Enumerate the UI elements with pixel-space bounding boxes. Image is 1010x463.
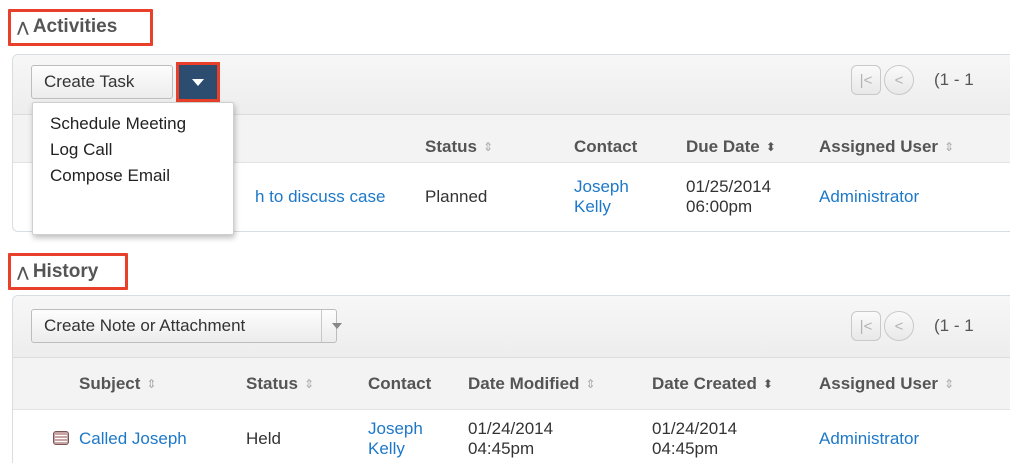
activity-due-date: 01/25/2014 06:00pm — [686, 177, 772, 216]
chevron-down-icon — [192, 78, 204, 86]
history-header-assigned-user[interactable]: Assigned User ⇕ — [819, 374, 954, 394]
create-task-button[interactable]: Create Task — [31, 65, 173, 99]
history-date-created: 01/24/2014 04:45pm — [652, 419, 738, 458]
create-task-dropdown-toggle[interactable] — [176, 62, 220, 102]
activity-status: Planned — [425, 187, 488, 206]
chevron-down-icon — [331, 323, 342, 329]
menu-item-compose-email[interactable]: Compose Email — [33, 163, 233, 189]
sort-icon: ⇕ — [944, 140, 955, 154]
create-task-dropdown-menu: Schedule Meeting Log Call Compose Email — [32, 102, 234, 235]
first-page-icon[interactable]: |< — [851, 311, 881, 341]
sort-icon: ⇕ — [146, 377, 157, 391]
history-header-date-modified[interactable]: Date Modified ⇕ — [468, 374, 596, 394]
menu-item-log-call[interactable]: Log Call — [33, 137, 233, 163]
activities-header-status[interactable]: Status ⇕ — [425, 137, 493, 157]
previous-page-icon[interactable]: < — [884, 65, 914, 95]
sort-desc-icon: ⬍ — [765, 140, 776, 154]
history-title-highlight — [8, 253, 128, 290]
history-subject-link[interactable]: Called Joseph — [79, 429, 187, 449]
call-log-icon — [53, 431, 69, 445]
menu-item-schedule-meeting[interactable]: Schedule Meeting — [33, 111, 233, 137]
activities-pager-range: (1 - 1 — [934, 70, 974, 89]
history-header-status[interactable]: Status ⇕ — [246, 374, 314, 394]
create-note-button[interactable]: Create Note or Attachment — [31, 309, 342, 343]
history-date-modified: 01/24/2014 04:45pm — [468, 419, 554, 458]
sort-icon: ⇕ — [482, 140, 494, 154]
sort-icon: ⇕ — [944, 377, 955, 391]
history-header-subject[interactable]: Subject ⇕ — [79, 374, 156, 394]
activities-title-highlight — [8, 9, 153, 46]
activities-header-due-date[interactable]: Due Date ⬍ — [686, 137, 776, 157]
previous-page-icon[interactable]: < — [884, 311, 914, 341]
create-task-label: Create Task — [44, 72, 135, 91]
sort-icon: ⇕ — [303, 377, 315, 391]
activity-assigned-user-link[interactable]: Administrator — [819, 187, 919, 207]
history-assigned-user-link[interactable]: Administrator — [819, 429, 919, 449]
history-header-contact[interactable]: Contact — [368, 374, 431, 394]
create-note-label: Create Note or Attachment — [44, 316, 246, 335]
sort-icon: ⇕ — [585, 377, 596, 391]
activities-header-assigned-user[interactable]: Assigned User ⇕ — [819, 137, 954, 157]
first-page-icon[interactable]: |< — [851, 65, 881, 95]
activities-header-contact[interactable]: Contact — [574, 137, 637, 157]
history-pager-range: (1 - 1 — [934, 316, 974, 335]
history-contact-link[interactable]: Joseph Kelly — [368, 419, 423, 459]
activity-contact-link[interactable]: Joseph Kelly — [574, 177, 629, 217]
sort-desc-icon: ⬍ — [762, 377, 773, 391]
history-status: Held — [246, 429, 281, 448]
activity-subject-link[interactable]: h to discuss case — [255, 187, 385, 207]
create-note-dropdown-toggle[interactable] — [321, 310, 351, 342]
history-header-date-created[interactable]: Date Created ⬍ — [652, 374, 773, 394]
